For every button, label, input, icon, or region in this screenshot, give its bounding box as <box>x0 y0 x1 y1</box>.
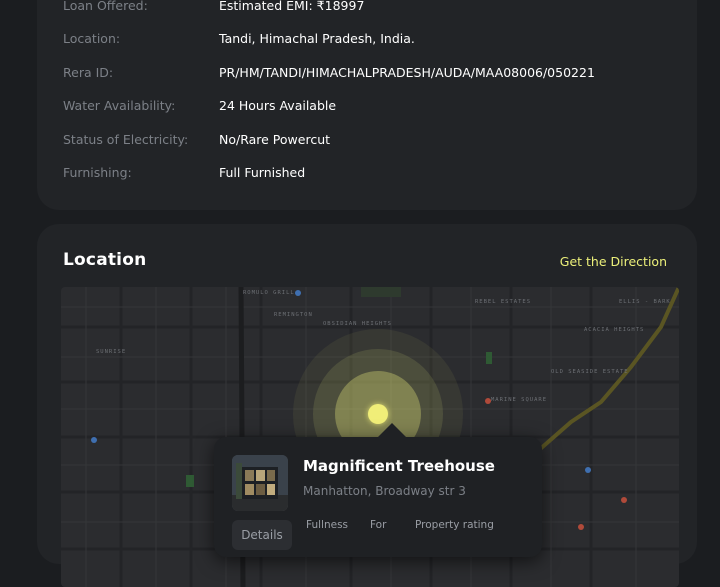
map-label: Marine Square <box>491 397 548 403</box>
detail-row-furnishing: Furnishing: Full Furnished <box>63 165 677 185</box>
map-label: Sunrise <box>96 349 127 355</box>
detail-label: Furnishing: <box>63 165 132 180</box>
map-label: Ellis - Bark <box>619 299 671 305</box>
popup-arrow <box>376 423 408 439</box>
detail-row-water: Water Availability: 24 Hours Available <box>63 98 677 118</box>
detail-row-rera: Rera ID: PR/HM/TANDI/HIMACHALPRADESH/AUD… <box>63 65 677 85</box>
house-image <box>232 455 288 511</box>
detail-value: Estimated EMI: ₹18997 <box>219 0 365 13</box>
map-label: Obsidian Heights <box>323 321 392 327</box>
property-popup: Magnificent Treehouse Manhatton, Broadwa… <box>214 423 542 557</box>
map-label: Acacia Heights <box>584 327 645 333</box>
detail-row-electricity: Status of Electricity: No/Rare Powercut <box>63 132 677 152</box>
details-button[interactable]: Details <box>232 520 292 550</box>
property-address: Manhatton, Broadway str 3 <box>303 484 466 498</box>
map-label: Old Seaside Estate <box>551 369 629 375</box>
map-label: Rebel Estates <box>475 299 532 305</box>
detail-label: Location: <box>63 31 121 46</box>
stat-label-fullness: Fullness <box>306 519 349 531</box>
property-title: Magnificent Treehouse <box>303 457 495 475</box>
map-label: Remington <box>274 312 313 318</box>
detail-label: Water Availability: <box>63 98 176 113</box>
detail-value: PR/HM/TANDI/HIMACHALPRADESH/AUDA/MAA0800… <box>219 65 595 80</box>
stat-label-rating: Property rating <box>415 519 494 531</box>
detail-value: Full Furnished <box>219 165 306 180</box>
detail-row-loan: Loan Offered: Estimated EMI: ₹18997 <box>63 0 677 18</box>
detail-value: 24 Hours Available <box>219 98 337 113</box>
detail-value: Tandi, Himachal Pradesh, India. <box>219 31 415 46</box>
location-pin-dot[interactable] <box>368 404 388 424</box>
detail-value: No/Rare Powercut <box>219 132 331 147</box>
detail-label: Status of Electricity: <box>63 132 189 147</box>
map-label: Romulo Grill <box>243 290 295 296</box>
location-title: Location <box>63 250 147 270</box>
detail-label: Rera ID: <box>63 65 114 80</box>
detail-label: Loan Offered: <box>63 0 148 13</box>
detail-row-location: Location: Tandi, Himachal Pradesh, India… <box>63 31 677 51</box>
stat-label-for: For <box>370 519 387 531</box>
get-direction-link[interactable]: Get the Direction <box>560 254 667 269</box>
property-details-card: Loan Offered: Estimated EMI: ₹18997 Loca… <box>37 0 697 210</box>
property-thumbnail[interactable] <box>232 455 288 511</box>
